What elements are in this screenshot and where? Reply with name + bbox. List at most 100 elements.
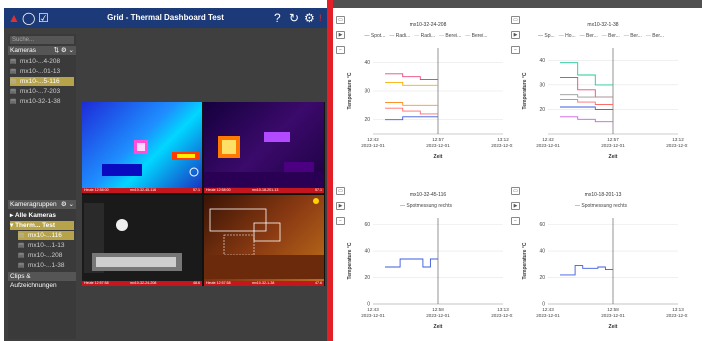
y-axis-label: Temperature °C	[347, 242, 353, 279]
series-line	[560, 94, 613, 98]
camera-app-window: ▲ ◯ ☑ Grid - Thermal Dashboard Test ? ↻ …	[4, 8, 327, 341]
x-tick-label: 2023-12-01	[536, 143, 560, 148]
temperature-chart: mx10-18-201-13— Spotmessung rechts 0 20 40 6…	[518, 192, 688, 332]
y-tick-label: 40	[364, 249, 370, 255]
x-tick-label: 12:57	[607, 137, 619, 142]
camera-icon: ▤	[10, 88, 17, 95]
camera-list-item[interactable]: ▤ mx10-...7-203	[10, 87, 74, 96]
group-settings-icon[interactable]: ⚙ ⌄	[61, 200, 74, 209]
series-line	[385, 73, 438, 80]
x-tick-label: 13:13	[497, 307, 509, 312]
group-label: Therm... Test	[15, 222, 56, 229]
camera-tile[interactable]: Heute 12:57:58 mx10-32-24-208 48.6	[82, 195, 202, 286]
x-tick-label: 12:42	[542, 137, 554, 142]
y-tick-label: 40	[539, 58, 545, 64]
camera-list-item[interactable]: ▤ mx10-...01-13	[10, 67, 74, 76]
group-camera-item[interactable]: ▤ mx10-...208	[18, 251, 74, 260]
x-tick-label: 13:12	[672, 137, 684, 142]
x-tick-label: 2023-12-01	[426, 313, 450, 318]
camera-status-bar: Heute 12:58:00 mx10-18-201-13 57.1	[204, 188, 324, 193]
group-label: Alle Kameras	[14, 212, 57, 219]
dashboard-header	[333, 0, 702, 8]
camera-status-bar: Heute 12:57:58 mx10-32-1-38 47.6	[204, 281, 324, 286]
y-tick-label: 20	[364, 275, 370, 281]
camera-name: mx10-32-1-38	[252, 281, 275, 285]
camera-name: mx10-18-201-13	[252, 188, 279, 192]
temperature-chart: mx10-32-24-208— Spot... — Radi... — Radi..…	[343, 22, 513, 162]
search-input[interactable]: Suche...	[10, 36, 74, 44]
series-line	[560, 116, 613, 123]
sort-icon[interactable]: ⇅ ⚙ ⌄	[54, 46, 74, 55]
section-label: Kameragruppen	[10, 201, 57, 208]
x-tick-label: 2023-12-01	[491, 143, 513, 148]
refresh-icon[interactable]: ↻	[289, 11, 299, 25]
x-tick-label: 2023-12-01	[426, 143, 450, 148]
camera-icon: ▤	[10, 68, 17, 75]
y-axis-label: Temperature °C	[522, 242, 528, 279]
camera-tile[interactable]: Heute 12:58:00 mx10-18-201-13 57.1	[204, 102, 324, 193]
x-tick-label: 12:42	[367, 137, 379, 142]
thermal-image	[204, 198, 324, 279]
x-tick-label: 13:13	[672, 307, 684, 312]
camera-list-item[interactable]: ▤ mx10-...5-116	[10, 77, 74, 86]
camera-status-bar: Heute 12:58:00 mx10-32-45-116 57.1	[82, 188, 202, 193]
group-camera-item[interactable]: ▤ mx10-...1-38	[18, 261, 74, 270]
camera-label: mx10-...1-13	[28, 242, 65, 249]
camera-group-item[interactable]: ▾ Therm... Test	[10, 221, 74, 230]
dashboard-panel: ▭ ▭ ▶ ▶ − − ▭ ▭ ▶ ▶ − − mx10-32-24-208— Spot... — Ra…	[333, 0, 702, 341]
thermal-image	[204, 132, 324, 187]
y-axis-label: Temperature °C	[347, 72, 353, 109]
y-axis-label: Temperature °C	[522, 72, 528, 109]
y-tick-label: 20	[364, 117, 370, 123]
x-axis-label: Zeit	[609, 154, 618, 160]
temperature-chart: mx10-32-1-38— Sp... — Ho... — Ber... — Ber.…	[518, 22, 688, 162]
camera-list-item[interactable]: ▤ mx10-...4-208	[10, 57, 74, 66]
thermal-image	[82, 195, 202, 286]
series-line	[385, 81, 438, 86]
help-icon[interactable]: ?	[274, 11, 281, 25]
camera-status-bar: Heute 12:57:58 mx10-32-24-208 48.6	[82, 281, 202, 286]
camera-label: mx10-...208	[28, 252, 63, 259]
x-tick-label: 13:12	[497, 137, 509, 142]
camera-icon: ▤	[18, 252, 25, 259]
info-icon[interactable]: !	[319, 11, 322, 25]
y-tick-label: 40	[539, 249, 545, 255]
camera-label: mx10-...116	[28, 232, 62, 239]
x-tick-label: 12:57	[432, 137, 444, 142]
camera-time: Heute 12:58:00	[206, 188, 231, 192]
x-tick-label: 2023-12-01	[601, 143, 625, 148]
y-tick-label: 60	[364, 222, 370, 228]
x-tick-label: 12:58	[432, 307, 444, 312]
settings-icon[interactable]: ⚙	[304, 11, 315, 25]
series-line	[560, 77, 613, 98]
group-camera-item[interactable]: ▤ mx10-...116	[18, 231, 74, 240]
series-line	[560, 99, 613, 105]
section-clips[interactable]: Clips & Aufzeichnungen	[8, 272, 76, 289]
camera-name: mx10-32-24-208	[130, 281, 157, 285]
camera-tile[interactable]: Heute 12:58:00 mx10-32-45-116 57.1	[82, 102, 202, 193]
group-camera-item[interactable]: ▤ mx10-...1-13	[18, 241, 74, 250]
series-line	[560, 265, 613, 276]
camera-group-item[interactable]: ▸ Alle Kameras	[10, 211, 74, 220]
x-tick-label: 12:58	[607, 307, 619, 312]
section-cameras[interactable]: Kameras ⇅ ⚙ ⌄	[8, 46, 76, 55]
x-tick-label: 2023-12-01	[601, 313, 625, 318]
camera-tile[interactable]: Heute 12:57:58 mx10-32-1-38 47.6	[204, 195, 324, 286]
y-tick-label: 30	[364, 89, 370, 95]
chart-plot: 0204060Temperature °C12:432023-12-0112:5…	[522, 218, 688, 330]
screen: ▲ ◯ ☑ Grid - Thermal Dashboard Test ? ↻ …	[0, 0, 702, 341]
y-tick-label: 60	[539, 222, 545, 228]
y-tick-label: 20	[539, 107, 545, 113]
camera-icon: ▤	[10, 98, 17, 105]
title-bar: ▲ ◯ ☑ Grid - Thermal Dashboard Test ? ↻ …	[4, 8, 327, 28]
series-line	[385, 258, 438, 268]
section-camera-groups[interactable]: Kameragruppen ⚙ ⌄	[8, 200, 76, 209]
y-tick-label: 30	[539, 82, 545, 88]
camera-icon: ▤	[18, 232, 25, 239]
camera-label: mx10-...7-203	[20, 88, 61, 95]
camera-list-item[interactable]: ▤ mx10-32-1-38	[10, 97, 74, 106]
section-label: Kameras	[10, 47, 37, 54]
chart-plot: 0204060Temperature °C12:432023-12-0112:5…	[347, 218, 513, 330]
thermal-image	[102, 140, 200, 177]
x-tick-label: 2023-12-01	[666, 143, 688, 148]
